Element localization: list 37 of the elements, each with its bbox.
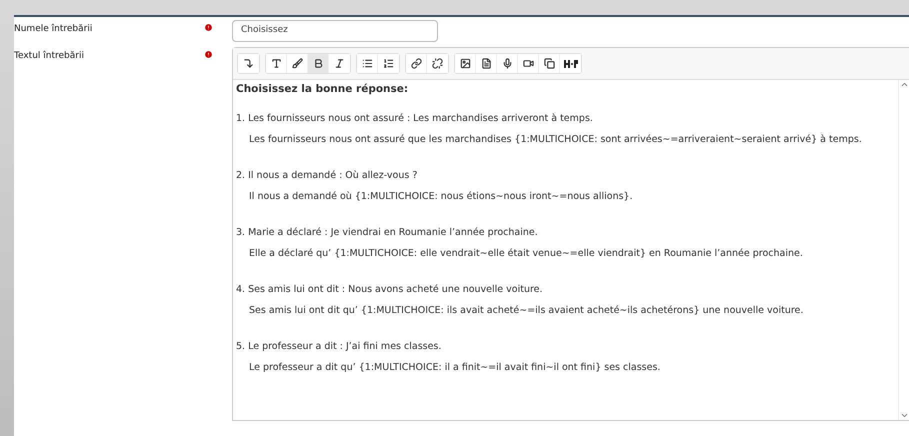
editor-line: 2. Il nous a demandé : Où allez-vous ? [236, 170, 418, 182]
numbers-icon [383, 58, 394, 69]
editor-line: Elle a déclaré qu’ {1:MULTICHOICE: elle vendrait~elle était venue~=elle viendrait} en Roumanie l’année prochaine. [248, 248, 804, 260]
scroll-up-icon[interactable] [900, 80, 908, 89]
unlink-icon [432, 58, 443, 69]
editor-line: Ses amis lui ont dit qu’ {1:MULTICHOICE: ils avait acheté~=ils avaient acheté~ils achetérons} une nouvelle voiture. [248, 305, 804, 317]
editor-line: Les fournisseurs nous ont assuré que les marchandises {1:MULTICHOICE: sont arrivées~=arriveraient~seraient arrivé} à temps. [248, 134, 863, 146]
link-icon [410, 58, 422, 69]
editor-heading: Choisissez la bonne réponse: [236, 83, 410, 95]
image-icon [460, 58, 470, 69]
input-field[interactable]: Choisissez [232, 20, 438, 42]
field-label: Textul întrebării [14, 50, 85, 61]
toolbar-button[interactable] [308, 54, 329, 73]
toolbar-button[interactable] [406, 54, 427, 73]
bullets-icon [362, 58, 372, 69]
toolbar-button[interactable] [455, 54, 476, 73]
file-icon [480, 58, 492, 69]
mic-icon [502, 58, 512, 69]
h5p-icon [564, 60, 578, 68]
editor-line: 5. Le professeur a dit : J’ai fini mes classes. [236, 341, 442, 353]
editor-line: Il nous a demandé où {1:MULTICHOICE: nous étions~nous iront~=nous allions}. [248, 191, 634, 203]
text-editor[interactable] [232, 47, 909, 421]
toolbar-button[interactable] [357, 54, 378, 73]
video-icon [522, 58, 534, 69]
editor-line: 4. Ses amis lui ont dit : Nous avons acheté une nouvelle voiture. [236, 284, 544, 296]
scroll-down-icon[interactable] [900, 411, 908, 420]
brush-icon [292, 58, 302, 69]
bold-icon [312, 58, 324, 69]
editor-line: Le professeur a dit qu’ {1:MULTICHOICE: il a finit~=il avait fini~il ont fini} ses classes. [248, 362, 662, 374]
copy-icon [544, 58, 554, 69]
font-icon [270, 58, 282, 69]
toolbar-button[interactable] [266, 54, 287, 73]
editor-line: 1. Les fournisseurs nous ont assuré : Les marchandises arriveront à temps. [236, 113, 594, 125]
field-label: Numele întrebării [14, 22, 94, 34]
collapse-icon [243, 58, 254, 69]
editor-line: 3. Marie a déclaré : Je viendrai en Roumanie l’année prochaine. [236, 227, 539, 239]
italic-icon [334, 58, 345, 69]
